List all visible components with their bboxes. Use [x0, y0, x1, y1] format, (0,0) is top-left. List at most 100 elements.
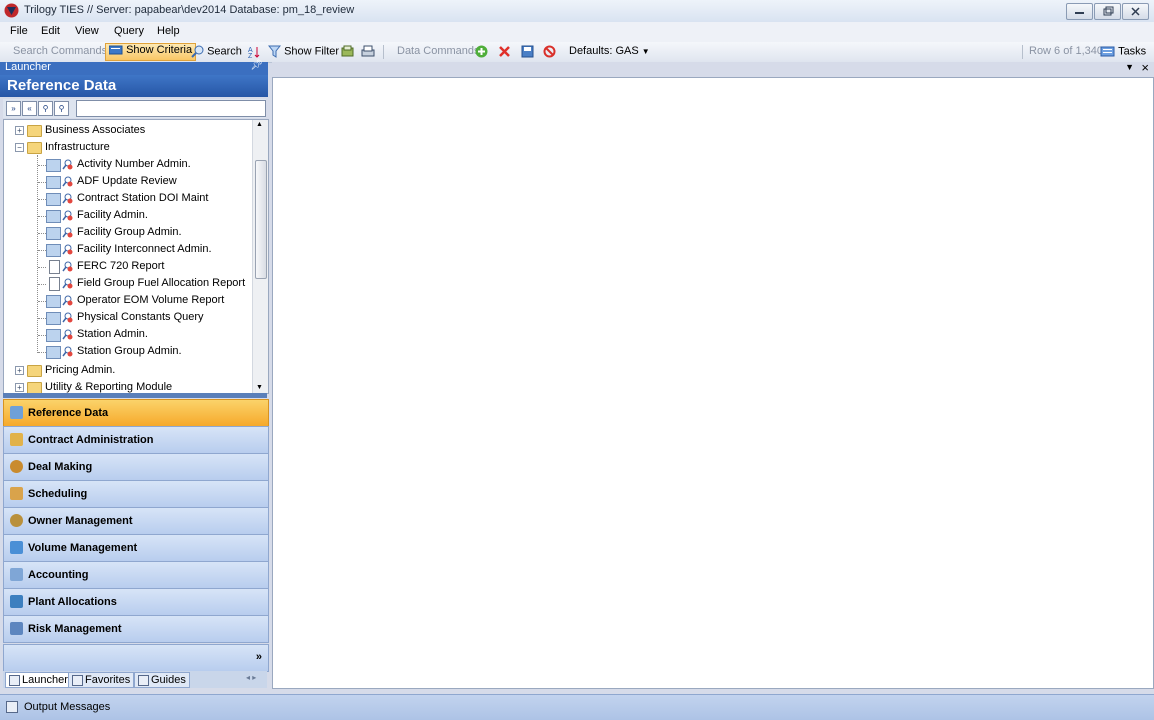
tree-item-facility-admin[interactable]: Facility Admin.: [4, 207, 248, 224]
tab-favorites[interactable]: Favorites: [68, 672, 135, 688]
launcher-header: Launcher 📌︎: [0, 60, 268, 75]
tree-item-field-group-fuel[interactable]: Field Group Fuel Allocation Report: [4, 275, 248, 292]
show-filter-button[interactable]: Show Filter: [268, 45, 339, 58]
nav-reference-data[interactable]: Reference Data: [3, 399, 269, 427]
tree-folder-label: Infrastructure: [45, 141, 110, 153]
tree-scrollbar[interactable]: ▲ ▼: [252, 120, 268, 393]
print-button[interactable]: [361, 45, 375, 58]
tree-item-station-group-admin[interactable]: Station Group Admin.: [4, 343, 248, 360]
nav-risk-management[interactable]: Risk Management: [3, 615, 269, 643]
document-menu-icon[interactable]: ▼: [1125, 62, 1134, 72]
tasks-label: Tasks: [1118, 45, 1147, 58]
expand-all-button[interactable]: »: [6, 101, 21, 116]
section-header: Reference Data: [0, 75, 268, 97]
expand-all-icon: »: [11, 104, 16, 113]
menu-edit[interactable]: Edit: [41, 25, 60, 37]
screen-icon: [46, 346, 61, 359]
tree-folder-business-associates[interactable]: + Business Associates: [4, 122, 244, 139]
nav-accounting[interactable]: Accounting: [3, 561, 269, 589]
nav-contract-administration[interactable]: Contract Administration: [3, 426, 269, 454]
nav-owner-management[interactable]: Owner Management: [3, 507, 269, 535]
defaults-label: Defaults: GAS: [569, 45, 639, 57]
close-window-button[interactable]: [1122, 3, 1149, 20]
tree-item-contract-station-doi[interactable]: Contract Station DOI Maint: [4, 190, 248, 207]
menu-view[interactable]: View: [75, 25, 99, 37]
search-label: Search: [207, 45, 242, 58]
nav-scheduling[interactable]: Scheduling: [3, 480, 269, 508]
tree-item-operator-eom[interactable]: Operator EOM Volume Report: [4, 292, 248, 309]
expand-icon[interactable]: +: [15, 366, 24, 375]
menu-query[interactable]: Query: [114, 25, 144, 37]
tree-folder-pricing-admin[interactable]: + Pricing Admin.: [4, 362, 244, 379]
menu-help[interactable]: Help: [157, 25, 180, 37]
save-icon: [521, 45, 534, 58]
tab-label: Favorites: [85, 674, 131, 686]
tree-item-ferc-720-report[interactable]: FERC 720 Report: [4, 258, 248, 275]
nav-volume-management[interactable]: Volume Management: [3, 534, 269, 562]
nav-overflow: »: [3, 644, 269, 672]
svg-text:Z: Z: [248, 53, 253, 58]
delete-record-button[interactable]: [498, 45, 511, 58]
pin-icon[interactable]: 📌︎: [250, 60, 263, 71]
screen-icon: [46, 227, 61, 240]
sort-button[interactable]: AZ: [248, 45, 260, 58]
nav-deal-making[interactable]: Deal Making: [3, 453, 269, 481]
tree-item-physical-constants[interactable]: Physical Constants Query: [4, 309, 248, 326]
export-button[interactable]: [341, 45, 355, 58]
configure-buttons-icon[interactable]: »: [256, 651, 262, 663]
nav-label: Risk Management: [28, 623, 122, 635]
expand-icon[interactable]: +: [15, 126, 24, 135]
close-icon: [1131, 7, 1140, 16]
collapse-all-button[interactable]: «: [22, 101, 37, 116]
risk-icon: [10, 622, 23, 635]
defaults-dropdown[interactable]: Defaults: GAS ▼: [569, 45, 650, 57]
tree-item-facility-group-admin[interactable]: Facility Group Admin.: [4, 224, 248, 241]
tree-item-label: Physical Constants Query: [77, 311, 204, 323]
expand-icon[interactable]: +: [15, 383, 24, 392]
tree-filter-input[interactable]: [76, 100, 266, 117]
restore-button[interactable]: [1094, 3, 1121, 20]
find-next-button[interactable]: ⚲: [54, 101, 69, 116]
screen-icon: [46, 329, 61, 342]
tab-scroll-icon[interactable]: ◂ ▸: [246, 673, 256, 682]
minimize-button[interactable]: [1066, 3, 1093, 20]
splitter[interactable]: [3, 393, 267, 398]
favorites-tab-icon: [72, 675, 83, 686]
cancel-button[interactable]: [543, 45, 556, 58]
find-button[interactable]: ⚲: [38, 101, 53, 116]
add-record-button[interactable]: [475, 45, 488, 58]
tree-folder-infrastructure[interactable]: − Infrastructure: [4, 139, 244, 156]
scroll-down-icon[interactable]: ▼: [256, 384, 263, 391]
screen-icon: [46, 193, 61, 206]
show-criteria-button[interactable]: Show Criteria: [105, 43, 197, 61]
status-bar: Output Messages: [0, 694, 1154, 720]
calendar-icon: [10, 487, 23, 500]
collapse-icon[interactable]: −: [15, 143, 24, 152]
save-button[interactable]: [521, 45, 534, 58]
scroll-up-icon[interactable]: ▲: [256, 121, 263, 128]
tree-item-station-admin[interactable]: Station Admin.: [4, 326, 248, 343]
tab-guides[interactable]: Guides: [134, 672, 190, 688]
toolbar-separator: [383, 45, 384, 59]
volume-icon: [10, 541, 23, 554]
tree-folder-utility-reporting[interactable]: + Utility & Reporting Module: [4, 379, 244, 393]
add-icon: [475, 45, 488, 58]
tab-launcher[interactable]: Launcher: [5, 672, 72, 688]
security-key-icon: [62, 346, 73, 357]
search-button[interactable]: Search: [191, 45, 242, 58]
tasks-button[interactable]: Tasks: [1100, 45, 1146, 58]
nav-plant-allocations[interactable]: Plant Allocations: [3, 588, 269, 616]
output-messages-label[interactable]: Output Messages: [24, 701, 110, 713]
menu-file[interactable]: File: [10, 25, 28, 37]
tree-item-activity-number-admin[interactable]: Activity Number Admin.: [4, 156, 248, 173]
nav-label: Plant Allocations: [28, 596, 117, 608]
scroll-thumb[interactable]: [255, 160, 267, 279]
tree-item-adf-update-review[interactable]: ADF Update Review: [4, 173, 248, 190]
plant-icon: [10, 595, 23, 608]
delete-icon: [499, 46, 510, 57]
row-status: Row 6 of 1,340: [1029, 45, 1103, 57]
screen-icon: [46, 312, 61, 325]
tree-item-facility-interconnect[interactable]: Facility Interconnect Admin.: [4, 241, 248, 258]
close-document-icon[interactable]: ×: [1141, 60, 1149, 75]
contract-icon: [10, 433, 23, 446]
